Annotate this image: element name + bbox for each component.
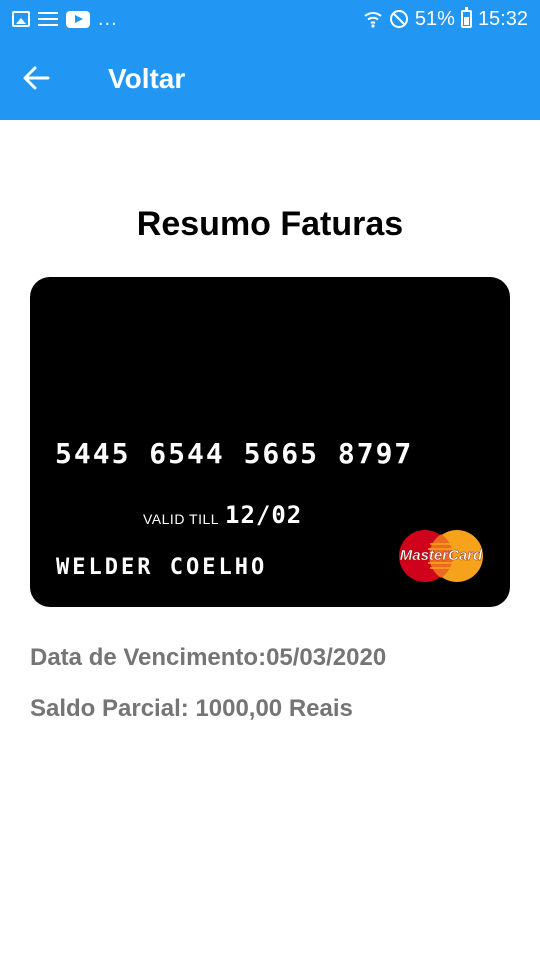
partial-balance-text: Saldo Parcial: 1000,00 Reais [30,695,353,722]
card-brand-text: MasterCard [400,547,483,564]
do-not-disturb-icon [389,10,408,28]
system-icons: 51% 15:32 [363,6,528,32]
list-icon [38,11,58,27]
clock: 15:32 [477,7,528,30]
battery-charging-icon [460,7,472,28]
app-bar-title[interactable]: Voltar [108,61,185,97]
page-title: Resumo Faturas [136,205,404,243]
card-number: 5445 6544 5665 8797 [55,437,414,470]
back-button[interactable] [14,55,62,103]
more-notifications: ... [98,8,118,30]
image-icon [12,11,30,27]
credit-card: 5445 6544 5665 8797 VALID TILL 12/02 WEL… [30,277,510,607]
valid-till-value: 12/02 [225,501,303,529]
mastercard-logo: MasterCard [399,530,483,582]
youtube-icon [66,10,90,28]
wifi-icon [364,12,382,28]
arrow-back-icon [23,66,50,90]
valid-till-label: VALID TILL [143,511,220,527]
status-bar: ... 51% 15:32 [0,0,540,38]
card-holder-name: WELDER COELHO [56,555,268,580]
app-bar: Voltar [0,38,540,120]
due-date-text: Data de Vencimento:05/03/2020 [30,644,387,671]
battery-level: 51% [414,7,455,30]
notification-icons: ... [12,8,118,30]
